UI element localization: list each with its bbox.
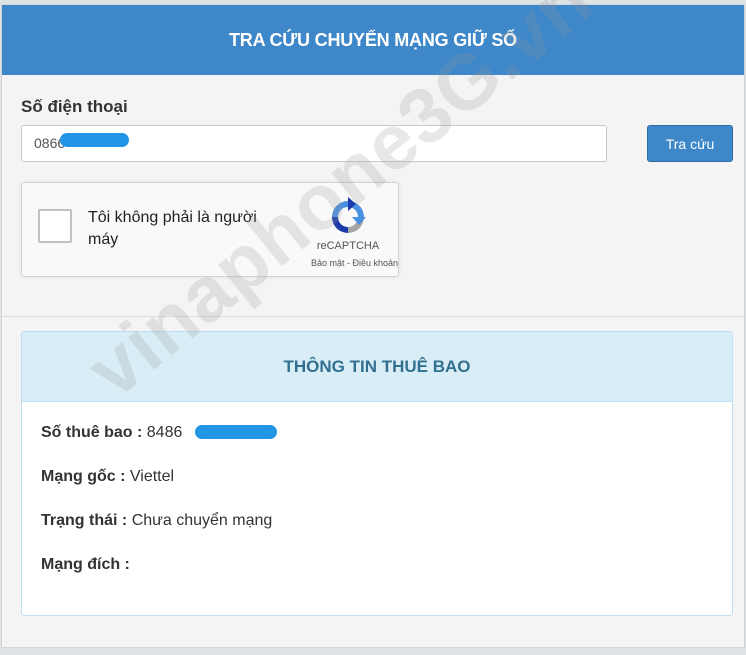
phone-label: Số điện thoại — [21, 97, 128, 116]
recaptcha-widget: Tôi không phải là người máy reCAPTCHA Bả… — [21, 182, 399, 277]
search-button[interactable]: Tra cứu — [647, 125, 733, 162]
origin-network-label: Mạng gốc : — [41, 468, 126, 485]
destination-network-label: Mạng đích : — [41, 556, 130, 573]
subscriber-value: 8486 — [146, 424, 183, 441]
status-value: Chưa chuyển mạng — [131, 512, 273, 529]
status-label: Trạng thái : — [41, 512, 128, 529]
subscriber-redaction — [195, 425, 277, 439]
lookup-panel: TRA CỨU CHUYỂN MẠNG GIỮ SỐ Số điện thoại… — [1, 4, 745, 648]
subscriber-label: Số thuê bao : — [41, 424, 143, 441]
subscriber-row: Số thuê bao : 8486 — [41, 424, 182, 442]
info-title: THÔNG TIN THUÊ BAO — [22, 332, 732, 402]
recaptcha-logo-icon — [332, 197, 366, 233]
status-row: Trạng thái : Chưa chuyển mạng — [41, 512, 272, 530]
origin-network-row: Mạng gốc : Viettel — [41, 468, 174, 486]
captcha-checkbox[interactable] — [38, 209, 72, 243]
recaptcha-brand: reCAPTCHA — [316, 240, 380, 252]
destination-network-row: Mạng đích : — [41, 556, 130, 574]
captcha-label: Tôi không phải là người máy — [88, 209, 257, 248]
recaptcha-links[interactable]: Bảo mật - Điều khoản — [278, 258, 398, 268]
page-title: TRA CỨU CHUYỂN MẠNG GIỮ SỐ — [2, 5, 744, 75]
phone-redaction — [60, 133, 129, 147]
origin-network-value: Viettel — [129, 468, 175, 485]
subscriber-info-card: THÔNG TIN THUÊ BAO Số thuê bao : 8486 Mạ… — [21, 331, 733, 616]
divider — [2, 316, 744, 317]
